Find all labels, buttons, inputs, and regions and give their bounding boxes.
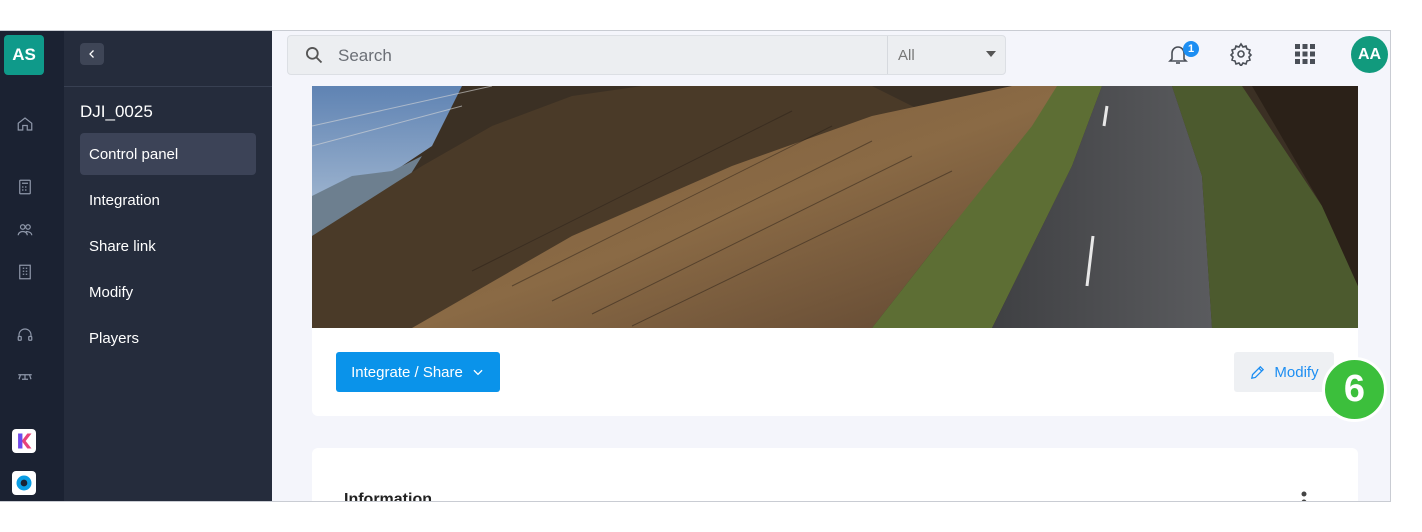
sidebar-item-control-panel[interactable]: Control panel xyxy=(80,133,256,175)
sidebar-divider xyxy=(64,86,272,87)
app-window: AS DJI_0025 Control panel Integration Sh… xyxy=(0,30,1391,502)
more-options-icon[interactable] xyxy=(1300,490,1308,502)
modify-label: Modify xyxy=(1274,363,1319,381)
search-filter-value: All xyxy=(898,46,915,64)
user-avatar[interactable]: AA xyxy=(1351,36,1388,73)
headset-icon[interactable] xyxy=(14,324,36,346)
media-card: Integrate / Share Modify xyxy=(312,86,1358,416)
chevron-down-icon xyxy=(473,369,483,376)
tools-icon[interactable] xyxy=(14,366,36,388)
sidebar-item-players[interactable]: Players xyxy=(80,317,256,359)
users-icon[interactable] xyxy=(14,219,36,241)
building-icon[interactable] xyxy=(14,261,36,283)
caret-down-icon xyxy=(986,51,996,57)
search-icon xyxy=(306,47,323,64)
notification-badge: 1 xyxy=(1183,41,1199,57)
apps-grid-button[interactable] xyxy=(1293,42,1319,68)
gear-icon xyxy=(1229,42,1253,68)
home-icon[interactable] xyxy=(14,113,36,135)
media-title: DJI_0025 xyxy=(80,102,153,121)
account-avatar[interactable]: AS xyxy=(4,35,44,75)
information-title: Information xyxy=(344,491,432,502)
search-input[interactable] xyxy=(336,44,880,68)
pencil-icon xyxy=(1251,365,1265,379)
information-card: Information xyxy=(312,448,1358,502)
icon-rail: AS xyxy=(0,31,64,501)
media-app-icon[interactable] xyxy=(12,471,36,495)
video-preview[interactable] xyxy=(312,86,1358,328)
kdrive-app-icon[interactable] xyxy=(12,429,36,453)
sidebar-item-share-link[interactable]: Share link xyxy=(80,225,256,267)
video-thumbnail-image xyxy=(312,86,1358,328)
sidebar-item-integration[interactable]: Integration xyxy=(80,179,256,221)
modify-button[interactable]: Modify xyxy=(1234,352,1334,392)
settings-button[interactable] xyxy=(1229,42,1255,68)
chevron-left-icon xyxy=(89,50,94,58)
step-marker: 6 xyxy=(1322,357,1387,422)
sidebar-item-modify[interactable]: Modify xyxy=(80,271,256,313)
collapse-sidebar-button[interactable] xyxy=(80,43,104,65)
search-bar: All xyxy=(287,35,1006,75)
integrate-share-button[interactable]: Integrate / Share xyxy=(336,352,500,392)
integrate-share-label: Integrate / Share xyxy=(351,363,463,381)
sidebar: DJI_0025 Control panel Integration Share… xyxy=(64,31,272,501)
calculator-icon[interactable] xyxy=(14,176,36,198)
grid-icon xyxy=(1295,44,1315,64)
search-filter-select[interactable]: All xyxy=(888,36,1006,74)
top-bar: All 1 AA xyxy=(272,31,1390,86)
